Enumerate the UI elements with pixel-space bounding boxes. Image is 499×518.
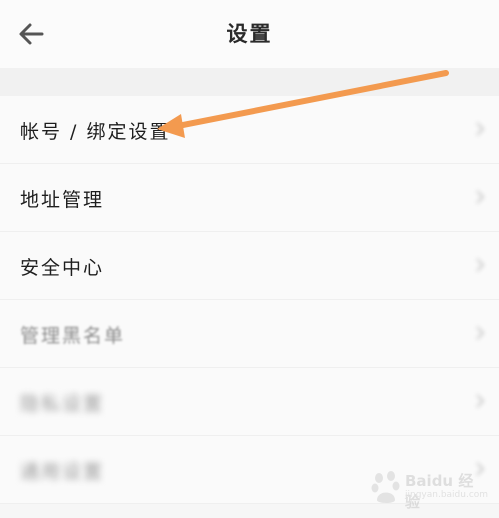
chevron-right-icon: [476, 258, 485, 272]
menu-item-privacy[interactable]: 隐私设置: [0, 368, 499, 436]
watermark-subtext: jingyan.baidu.com: [405, 490, 489, 500]
chevron-right-icon: [476, 326, 485, 340]
section-divider: [0, 68, 499, 96]
paw-logo-icon: [371, 471, 400, 503]
menu-item-label: 通用设置: [20, 461, 105, 483]
settings-menu-list: 帐号 / 绑定设置 地址管理 安全中心 管理黑名单 隐私设置 通用设置: [0, 96, 499, 504]
chevron-right-icon: [476, 394, 485, 408]
menu-item-label: 管理黑名单: [20, 325, 126, 347]
menu-item-account-binding[interactable]: 帐号 / 绑定设置: [0, 96, 499, 164]
menu-item-security-center[interactable]: 安全中心: [0, 232, 499, 300]
top-bar: 设置: [0, 0, 499, 68]
menu-item-label: 地址管理: [20, 189, 105, 211]
menu-item-label: 帐号 / 绑定设置: [20, 121, 171, 143]
menu-item-blacklist[interactable]: 管理黑名单: [0, 300, 499, 368]
page-title: 设置: [226, 22, 273, 46]
chevron-right-icon: [476, 190, 485, 204]
watermark: Baidu 经验 jingyan.baidu.com: [371, 468, 488, 511]
menu-item-label: 安全中心: [20, 257, 105, 279]
menu-item-label: 隐私设置: [20, 393, 105, 415]
chevron-right-icon: [476, 122, 485, 136]
menu-item-address-management[interactable]: 地址管理: [0, 164, 499, 232]
